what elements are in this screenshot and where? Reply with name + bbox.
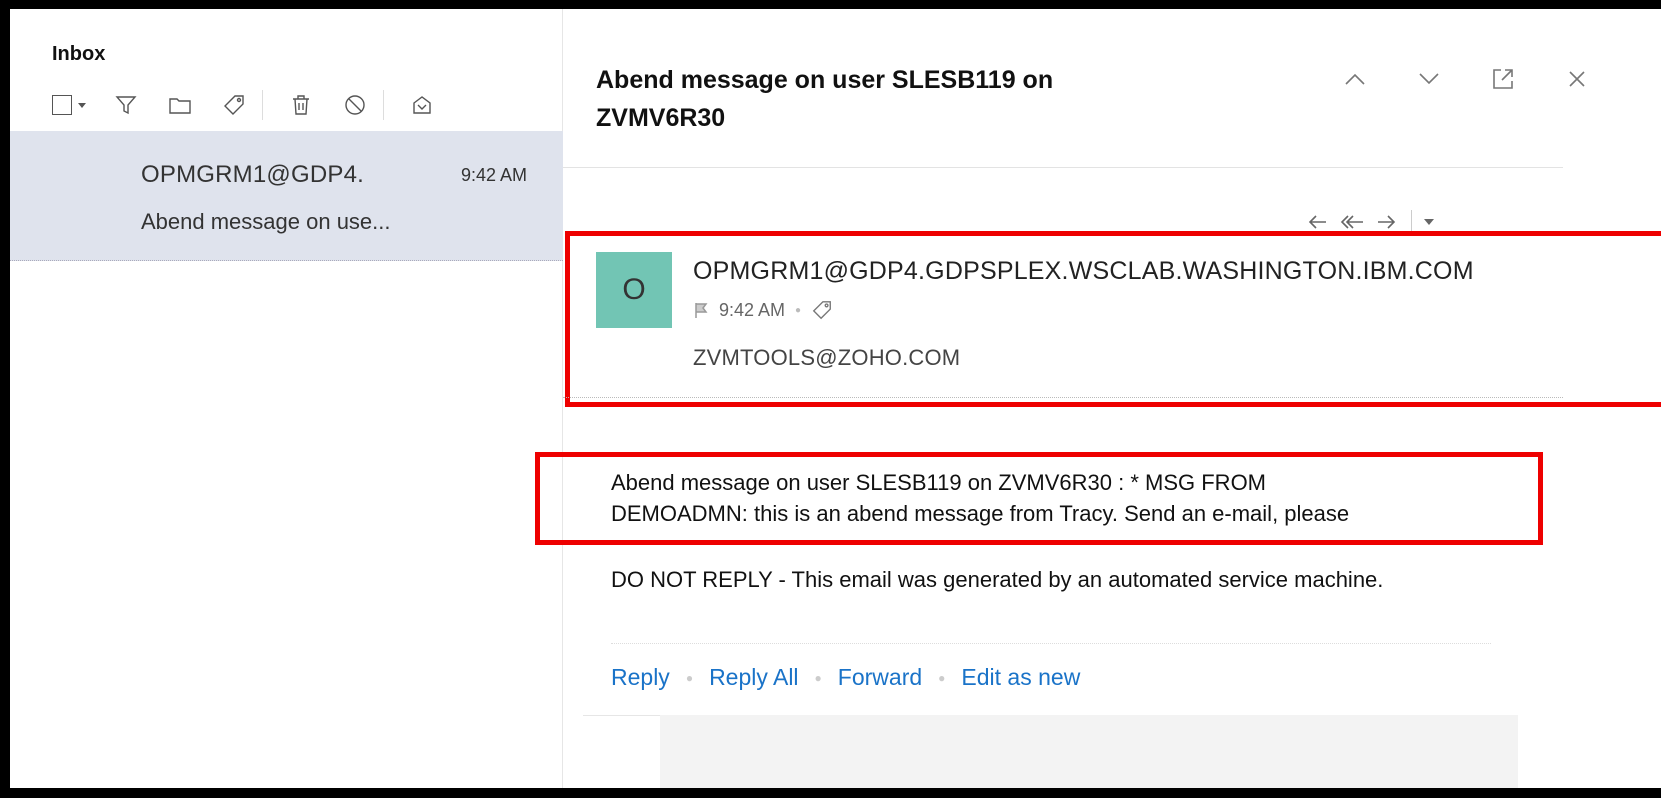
message-subject: Abend message on user SLESB119 on ZVMV6R… <box>596 66 1054 132</box>
chevron-up-icon[interactable] <box>1337 61 1373 97</box>
close-icon[interactable] <box>1559 61 1595 97</box>
folder-title: Inbox <box>52 43 106 65</box>
message-footer: DO NOT REPLY - This email was generated … <box>611 567 1384 592</box>
list-item-time: 9:42 AM <box>460 165 527 185</box>
select-all-checkbox[interactable] <box>52 95 86 115</box>
mail-app: Inbox OPMGRM1@GDP4. 9:42 AM Abend messag… <box>10 9 1661 788</box>
edit-as-new-link[interactable]: Edit as new <box>961 664 1080 691</box>
reading-pane: Abend message on user SLESB119 on ZVMV6R… <box>535 9 1661 788</box>
filter-icon[interactable] <box>110 89 142 121</box>
list-item-subject: Abend message on use... <box>141 209 391 234</box>
flag-icon[interactable] <box>693 301 709 319</box>
quick-actions: Reply ● Reply All ● Forward ● Edit as ne… <box>611 664 1080 691</box>
block-icon[interactable] <box>339 89 371 121</box>
list-toolbar <box>52 89 460 121</box>
reply-link[interactable]: Reply <box>611 664 670 691</box>
header-actions <box>1299 61 1595 97</box>
avatar[interactable]: O <box>596 252 672 328</box>
sender-address[interactable]: OPMGRM1@GDP4.GDPSPLEX.WSCLAB.WASHINGTON.… <box>693 257 1474 286</box>
separator-dot: ● <box>795 304 802 316</box>
toolbar-divider <box>262 90 263 120</box>
delete-icon[interactable] <box>285 89 317 121</box>
message-time: 9:42 AM <box>719 299 786 320</box>
snooze-icon[interactable] <box>406 89 438 121</box>
separator-dot: ● <box>814 670 822 685</box>
toolbar-divider <box>383 90 384 120</box>
forward-link[interactable]: Forward <box>838 664 922 691</box>
list-item-sender: OPMGRM1@GDP4. <box>141 161 364 188</box>
header-dotted-divider <box>563 397 1563 398</box>
separator-dot: ● <box>938 670 946 685</box>
pop-out-icon[interactable] <box>1485 61 1521 97</box>
chevron-down-icon[interactable] <box>1411 61 1447 97</box>
header-divider <box>563 167 1563 168</box>
message-body-line: DEMOADMN: this is an abend message from … <box>611 501 1350 526</box>
message-meta: 9:42 AM ● <box>693 299 833 321</box>
avatar-letter: O <box>622 273 646 306</box>
footer-divider <box>611 643 1491 644</box>
recipient-address[interactable]: ZVMTOOLS@ZOHO.COM <box>693 345 960 371</box>
list-item-selected[interactable]: OPMGRM1@GDP4. 9:42 AM Abend message on u… <box>10 131 563 261</box>
checkbox-icon <box>52 95 72 115</box>
message-list-pane: Inbox OPMGRM1@GDP4. 9:42 AM Abend messag… <box>10 9 563 788</box>
tag-icon[interactable] <box>811 299 833 321</box>
separator-dot: ● <box>685 670 694 685</box>
message-body-line: Abend message on user SLESB119 on ZVMV6R… <box>611 470 1267 495</box>
reply-all-link[interactable]: Reply All <box>709 664 798 691</box>
tag-icon[interactable] <box>218 89 250 121</box>
message-body: Abend message on user SLESB119 on ZVMV6R… <box>611 467 1511 529</box>
chevron-down-icon <box>78 102 86 108</box>
more-dropdown-icon[interactable] <box>1424 219 1434 225</box>
quick-reply-area[interactable] <box>660 715 1518 788</box>
folder-icon[interactable] <box>164 89 196 121</box>
